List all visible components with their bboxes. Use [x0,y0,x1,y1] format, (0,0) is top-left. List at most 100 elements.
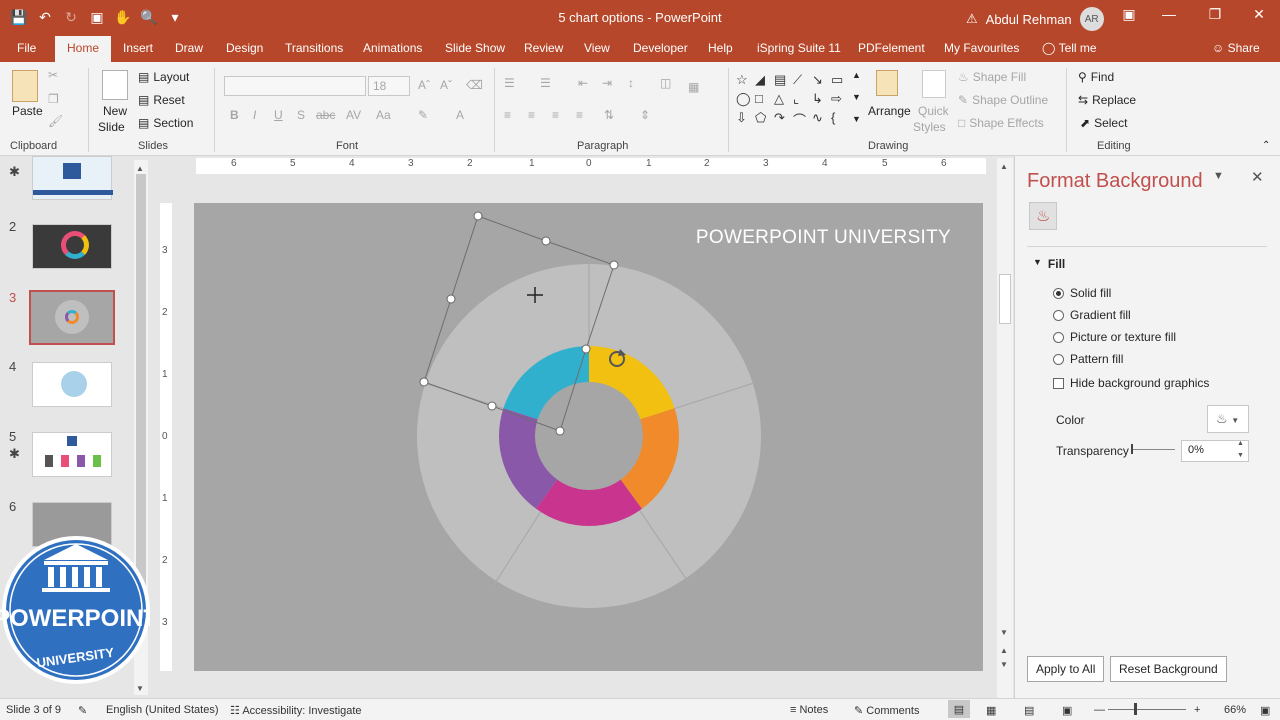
triangle-shape-icon[interactable]: ◢ [755,72,773,88]
user-account[interactable]: ⚠ Abdul Rehman AR [966,7,1104,31]
select-button[interactable]: ⬈ Select [1080,116,1127,130]
slideshow-view-icon[interactable]: ▣ [1062,704,1072,717]
highlight-icon[interactable]: ✎ [418,108,428,122]
previous-slide-icon[interactable]: ▲ [1000,646,1008,655]
arc-icon[interactable]: ⌒ [793,110,811,129]
notes-button[interactable]: ≡ Notes [790,704,828,716]
arrange-icon[interactable] [876,70,898,96]
zoom-slider[interactable] [1108,709,1186,710]
resize-handle[interactable] [541,236,551,246]
curve-icon[interactable]: ↷ [774,110,792,129]
pattern-fill-option[interactable]: Pattern fill [1053,352,1123,366]
copy-icon[interactable]: ❐ [48,92,59,106]
accessibility-status[interactable]: ☷ Accessibility: Investigate [230,704,362,717]
numbering-icon[interactable]: ☰ [540,76,551,90]
paste-icon[interactable] [12,70,38,102]
replace-button[interactable]: ⇆ Replace [1078,93,1136,107]
shapes-gallery[interactable]: ☆ ◢ ▤ ⟋ ↘ ▭ ◯ □ △ ⌞ ↳ ⇨ ⇩ ⬠ ↷ ⌒ ∿ { [736,72,848,129]
ribbon-display-icon[interactable]: ▣ [1114,6,1144,23]
thumbnail-slide-3-selected[interactable] [29,290,115,345]
shapes-more-icon[interactable]: ▼ [852,114,861,124]
reset-button[interactable]: ▤ Reset [138,93,185,107]
connector-icon[interactable]: ⌞ [793,91,811,107]
section-button[interactable]: ▤ Section [138,116,193,130]
change-case-icon[interactable]: Aa [376,108,391,122]
star-shape-icon[interactable]: ☆ [736,72,754,88]
slide-title[interactable]: POWERPOINT UNIVERSITY [696,227,951,249]
columns-icon[interactable]: ◫ [660,76,671,90]
reading-view-icon[interactable]: ▤ [1024,704,1034,717]
brace-icon[interactable]: { [831,110,849,129]
maximize-icon[interactable]: ❐ [1200,6,1230,23]
font-size-input[interactable]: 18 [368,76,410,96]
align-right-icon[interactable]: ≡ [552,108,559,122]
clear-formatting-icon[interactable]: ⌫ [466,78,483,92]
paste-button[interactable]: Paste [12,104,43,118]
align-left-icon[interactable]: ≡ [504,108,511,122]
justify-icon[interactable]: ≡ [576,108,583,122]
fill-category-tab[interactable]: ♨ [1029,202,1057,230]
scroll-thumb[interactable] [999,274,1011,324]
tab-slide-show[interactable]: Slide Show [445,41,505,55]
increase-indent-icon[interactable]: ⇥ [602,76,612,90]
zoom-level[interactable]: 66% [1224,704,1246,716]
align-center-icon[interactable]: ≡ [528,108,535,122]
rectangle-shape-icon[interactable]: ▭ [831,72,849,88]
tab-ispring[interactable]: iSpring Suite 11 [757,41,841,55]
character-spacing-icon[interactable]: AV [346,108,361,122]
spinner-up-icon[interactable]: ▲ [1237,440,1244,447]
transparency-slider-track[interactable] [1131,449,1175,450]
italic-icon[interactable]: I [253,108,256,122]
solid-fill-option[interactable]: Solid fill [1053,286,1111,300]
zoom-out-icon[interactable]: — [1094,704,1105,716]
slide-sorter-icon[interactable]: ▦ [986,704,996,717]
scroll-up-icon[interactable]: ▲ [136,164,146,174]
shapes-scroll-down-icon[interactable]: ▼ [852,92,861,102]
radio[interactable] [1053,353,1064,365]
format-painter-icon[interactable]: 🖌 [48,114,63,128]
tab-animations[interactable]: Animations [363,41,422,55]
resize-handle[interactable] [446,294,456,304]
next-slide-icon[interactable]: ▼ [1000,660,1008,669]
scroll-up-icon[interactable]: ▲ [1000,162,1008,171]
smartart-icon[interactable]: ▦ [688,80,699,94]
color-picker-button[interactable]: ♨ ▼ [1207,405,1249,433]
checkbox[interactable] [1053,377,1064,389]
line-shape-icon[interactable]: ⟋ [793,72,811,88]
spelling-icon[interactable]: ✎ [78,704,87,717]
textbox-shape-icon[interactable]: ▤ [774,72,792,88]
resize-handle[interactable] [473,211,483,221]
resize-handle[interactable] [419,377,429,387]
thumbnail-slide-5[interactable] [32,432,112,477]
tab-home[interactable]: Home [55,36,112,62]
quick-styles-button-line1[interactable]: Quick [918,104,949,118]
new-slide-button-line2[interactable]: Slide [98,120,125,134]
pane-options-icon[interactable]: ▼ [1213,170,1224,182]
tri-shape-icon[interactable]: △ [774,91,792,107]
radio[interactable] [1053,309,1064,321]
radio[interactable] [1053,331,1064,343]
tab-draw[interactable]: Draw [175,41,203,55]
slide-canvas[interactable]: POWERPOINT UNIVERSITY [194,203,983,671]
new-slide-icon[interactable] [102,70,128,100]
hide-background-graphics-checkbox[interactable]: Hide background graphics [1053,376,1209,390]
tab-insert[interactable]: Insert [123,41,153,55]
text-direction-icon[interactable]: ⇅ [604,108,614,122]
quick-styles-icon[interactable] [922,70,946,98]
thumbnail-slide-2[interactable] [32,224,112,269]
tab-help[interactable]: Help [708,41,733,55]
resize-handle[interactable] [487,401,497,411]
resize-handle[interactable] [609,260,619,270]
thumbnail-slide-1[interactable] [32,156,113,200]
elbow-icon[interactable]: ↳ [812,91,830,107]
tab-view[interactable]: View [584,41,610,55]
apply-to-all-button[interactable]: Apply to All [1027,656,1105,682]
comments-button[interactable]: ✎ Comments [854,704,919,717]
tab-my-favourites[interactable]: My Favourites [944,41,1019,55]
shapes-scroll-up-icon[interactable]: ▲ [852,70,861,80]
font-color-icon[interactable]: A [456,108,464,122]
minimize-icon[interactable]: — [1154,6,1184,22]
collapse-ribbon-icon[interactable]: ⌃ [1262,140,1270,151]
rect-shape-icon[interactable]: □ [755,91,773,107]
oval-shape-icon[interactable]: ◯ [736,91,754,107]
